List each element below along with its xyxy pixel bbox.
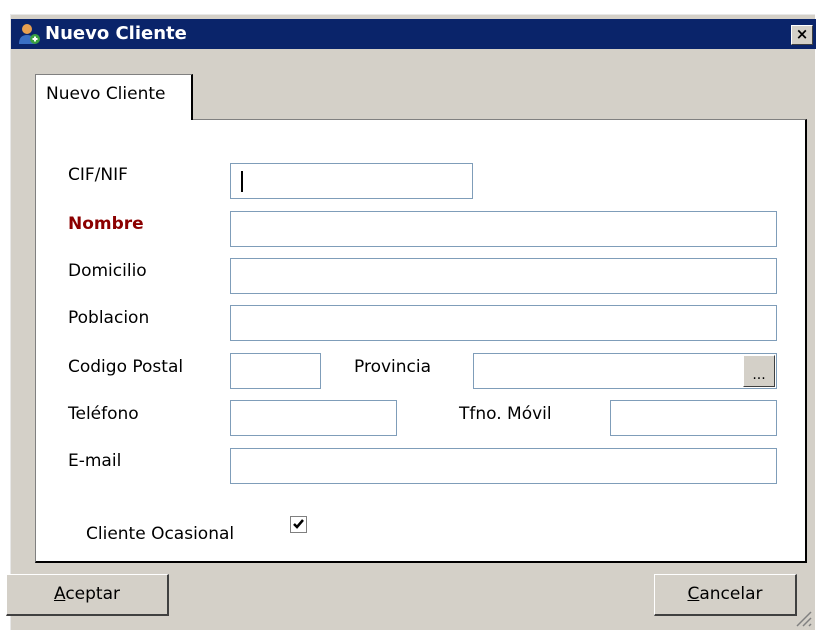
aceptar-accel: A xyxy=(53,584,66,604)
cliente-ocasional-label: Cliente Ocasional xyxy=(86,524,235,544)
cancelar-accel: C xyxy=(687,584,700,604)
cif-input[interactable] xyxy=(230,163,473,199)
codigo-postal-input[interactable] xyxy=(230,353,321,389)
dialog-window: Nuevo Cliente × Nuevo Cliente CIF/NIF No… xyxy=(6,14,816,630)
movil-label: Tfno. Móvil xyxy=(459,404,552,424)
checkmark-icon xyxy=(293,519,304,529)
poblacion-label: Poblacion xyxy=(68,308,150,328)
text-cursor xyxy=(241,171,243,192)
email-label: E-mail xyxy=(68,451,122,471)
tab-nuevo-cliente[interactable]: Nuevo Cliente xyxy=(35,74,193,120)
resize-grip-icon[interactable] xyxy=(793,608,813,628)
cliente-ocasional-checkbox[interactable] xyxy=(290,516,307,533)
aceptar-button[interactable]: Aceptar xyxy=(6,574,169,616)
nombre-input[interactable] xyxy=(230,211,777,247)
domicilio-label: Domicilio xyxy=(68,261,147,281)
cif-label: CIF/NIF xyxy=(68,165,128,185)
provincia-label: Provincia xyxy=(354,357,432,377)
form-panel: CIF/NIF Nombre Domicilio Poblacion Codig… xyxy=(35,119,807,563)
telefono-label: Teléfono xyxy=(68,404,139,424)
email-input[interactable] xyxy=(230,448,777,484)
telefono-input[interactable] xyxy=(230,400,397,436)
tab-label: Nuevo Cliente xyxy=(46,84,166,104)
provincia-browse-button[interactable]: ... xyxy=(743,355,775,387)
nombre-label: Nombre xyxy=(68,214,144,234)
provincia-input[interactable]: ... xyxy=(473,353,777,389)
domicilio-input[interactable] xyxy=(230,258,777,294)
movil-input[interactable] xyxy=(610,400,777,436)
user-icon xyxy=(19,24,40,44)
title-bar[interactable]: Nuevo Cliente × xyxy=(11,19,816,49)
cancelar-button[interactable]: Cancelar xyxy=(654,574,797,616)
poblacion-input[interactable] xyxy=(230,305,777,341)
window-title: Nuevo Cliente xyxy=(45,23,187,44)
codigo-postal-label: Codigo Postal xyxy=(68,357,184,377)
close-button[interactable]: × xyxy=(791,25,813,45)
cancelar-text: ancelar xyxy=(699,584,763,604)
aceptar-text: ceptar xyxy=(65,584,120,604)
